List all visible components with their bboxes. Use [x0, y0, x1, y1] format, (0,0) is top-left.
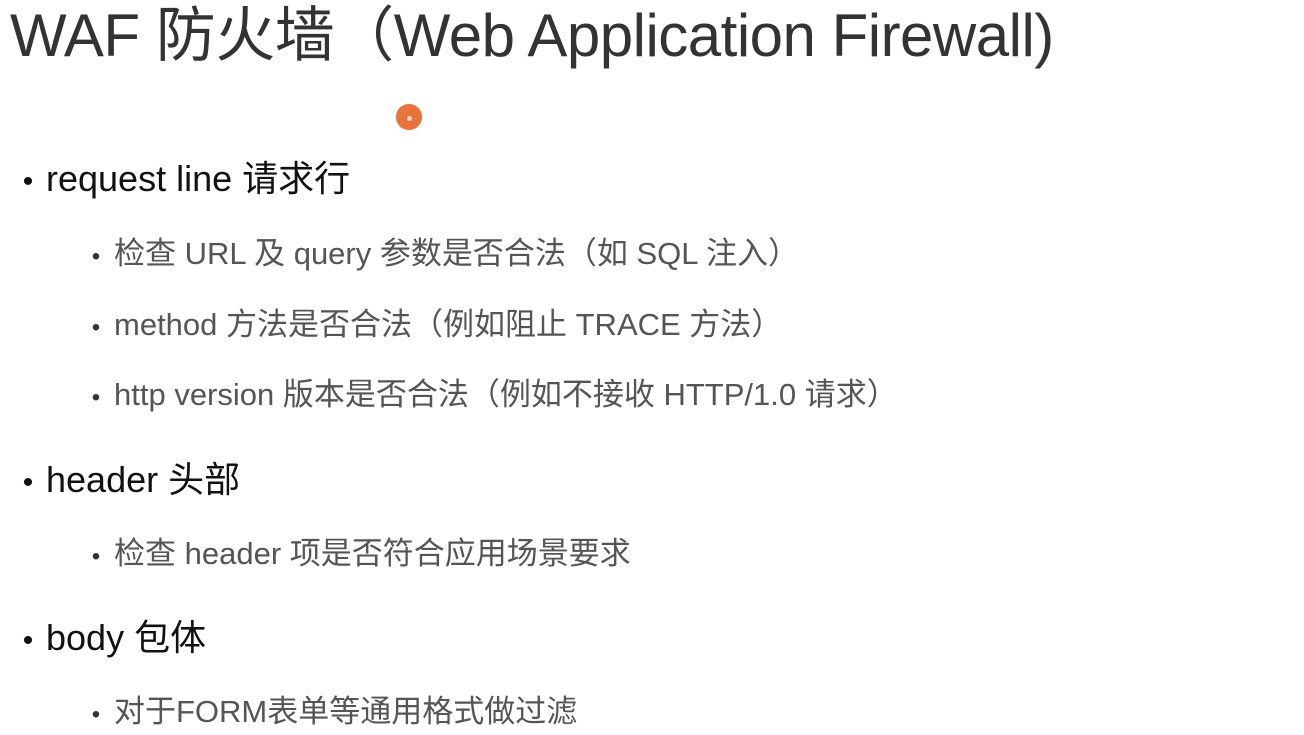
bullet-icon: • — [22, 165, 34, 198]
bullet-icon: • — [91, 243, 101, 270]
bullet-icon: • — [91, 701, 101, 728]
sub-bullet-form-filter: • 对于FORM表单等通用格式做过滤 — [78, 692, 577, 735]
section-label: body 包体 — [46, 617, 207, 658]
sub-item-text: 检查 URL 及 query 参数是否合法（如 SQL 注入） — [114, 236, 799, 271]
sub-bullet-method: • method 方法是否合法（例如阻止 TRACE 方法） — [78, 305, 783, 348]
slide: WAF 防火墙（Web Application Firewall) • reque… — [0, 0, 1304, 730]
sub-item-text: http version 版本是否合法（例如不接收 HTTP/1.0 请求） — [114, 377, 898, 412]
bullet-icon: • — [91, 543, 101, 570]
section-label: header 头部 — [46, 459, 241, 500]
bullet-icon: • — [22, 466, 34, 499]
bullet-icon: • — [91, 314, 101, 341]
sub-item-text: 对于FORM表单等通用格式做过滤 — [114, 694, 578, 729]
bullet-icon: • — [22, 624, 34, 657]
sub-item-text: method 方法是否合法（例如阻止 TRACE 方法） — [114, 307, 783, 342]
bullet-header: • header 头部 — [10, 458, 240, 505]
bullet-icon: • — [91, 384, 101, 411]
bullet-body: • body 包体 — [10, 616, 206, 663]
sub-bullet-header-check: • 检查 header 项是否符合应用场景要求 — [78, 534, 631, 577]
section-label: request line 请求行 — [46, 158, 351, 199]
sub-bullet-http-version: • http version 版本是否合法（例如不接收 HTTP/1.0 请求） — [78, 375, 898, 418]
laser-pointer-dot — [396, 104, 422, 130]
slide-title: WAF 防火墙（Web Application Firewall) — [10, 2, 1054, 69]
bullet-request-line: • request line 请求行 — [10, 157, 350, 204]
sub-item-text: 检查 header 项是否符合应用场景要求 — [114, 536, 631, 571]
sub-bullet-url-query: • 检查 URL 及 query 参数是否合法（如 SQL 注入） — [78, 234, 799, 277]
